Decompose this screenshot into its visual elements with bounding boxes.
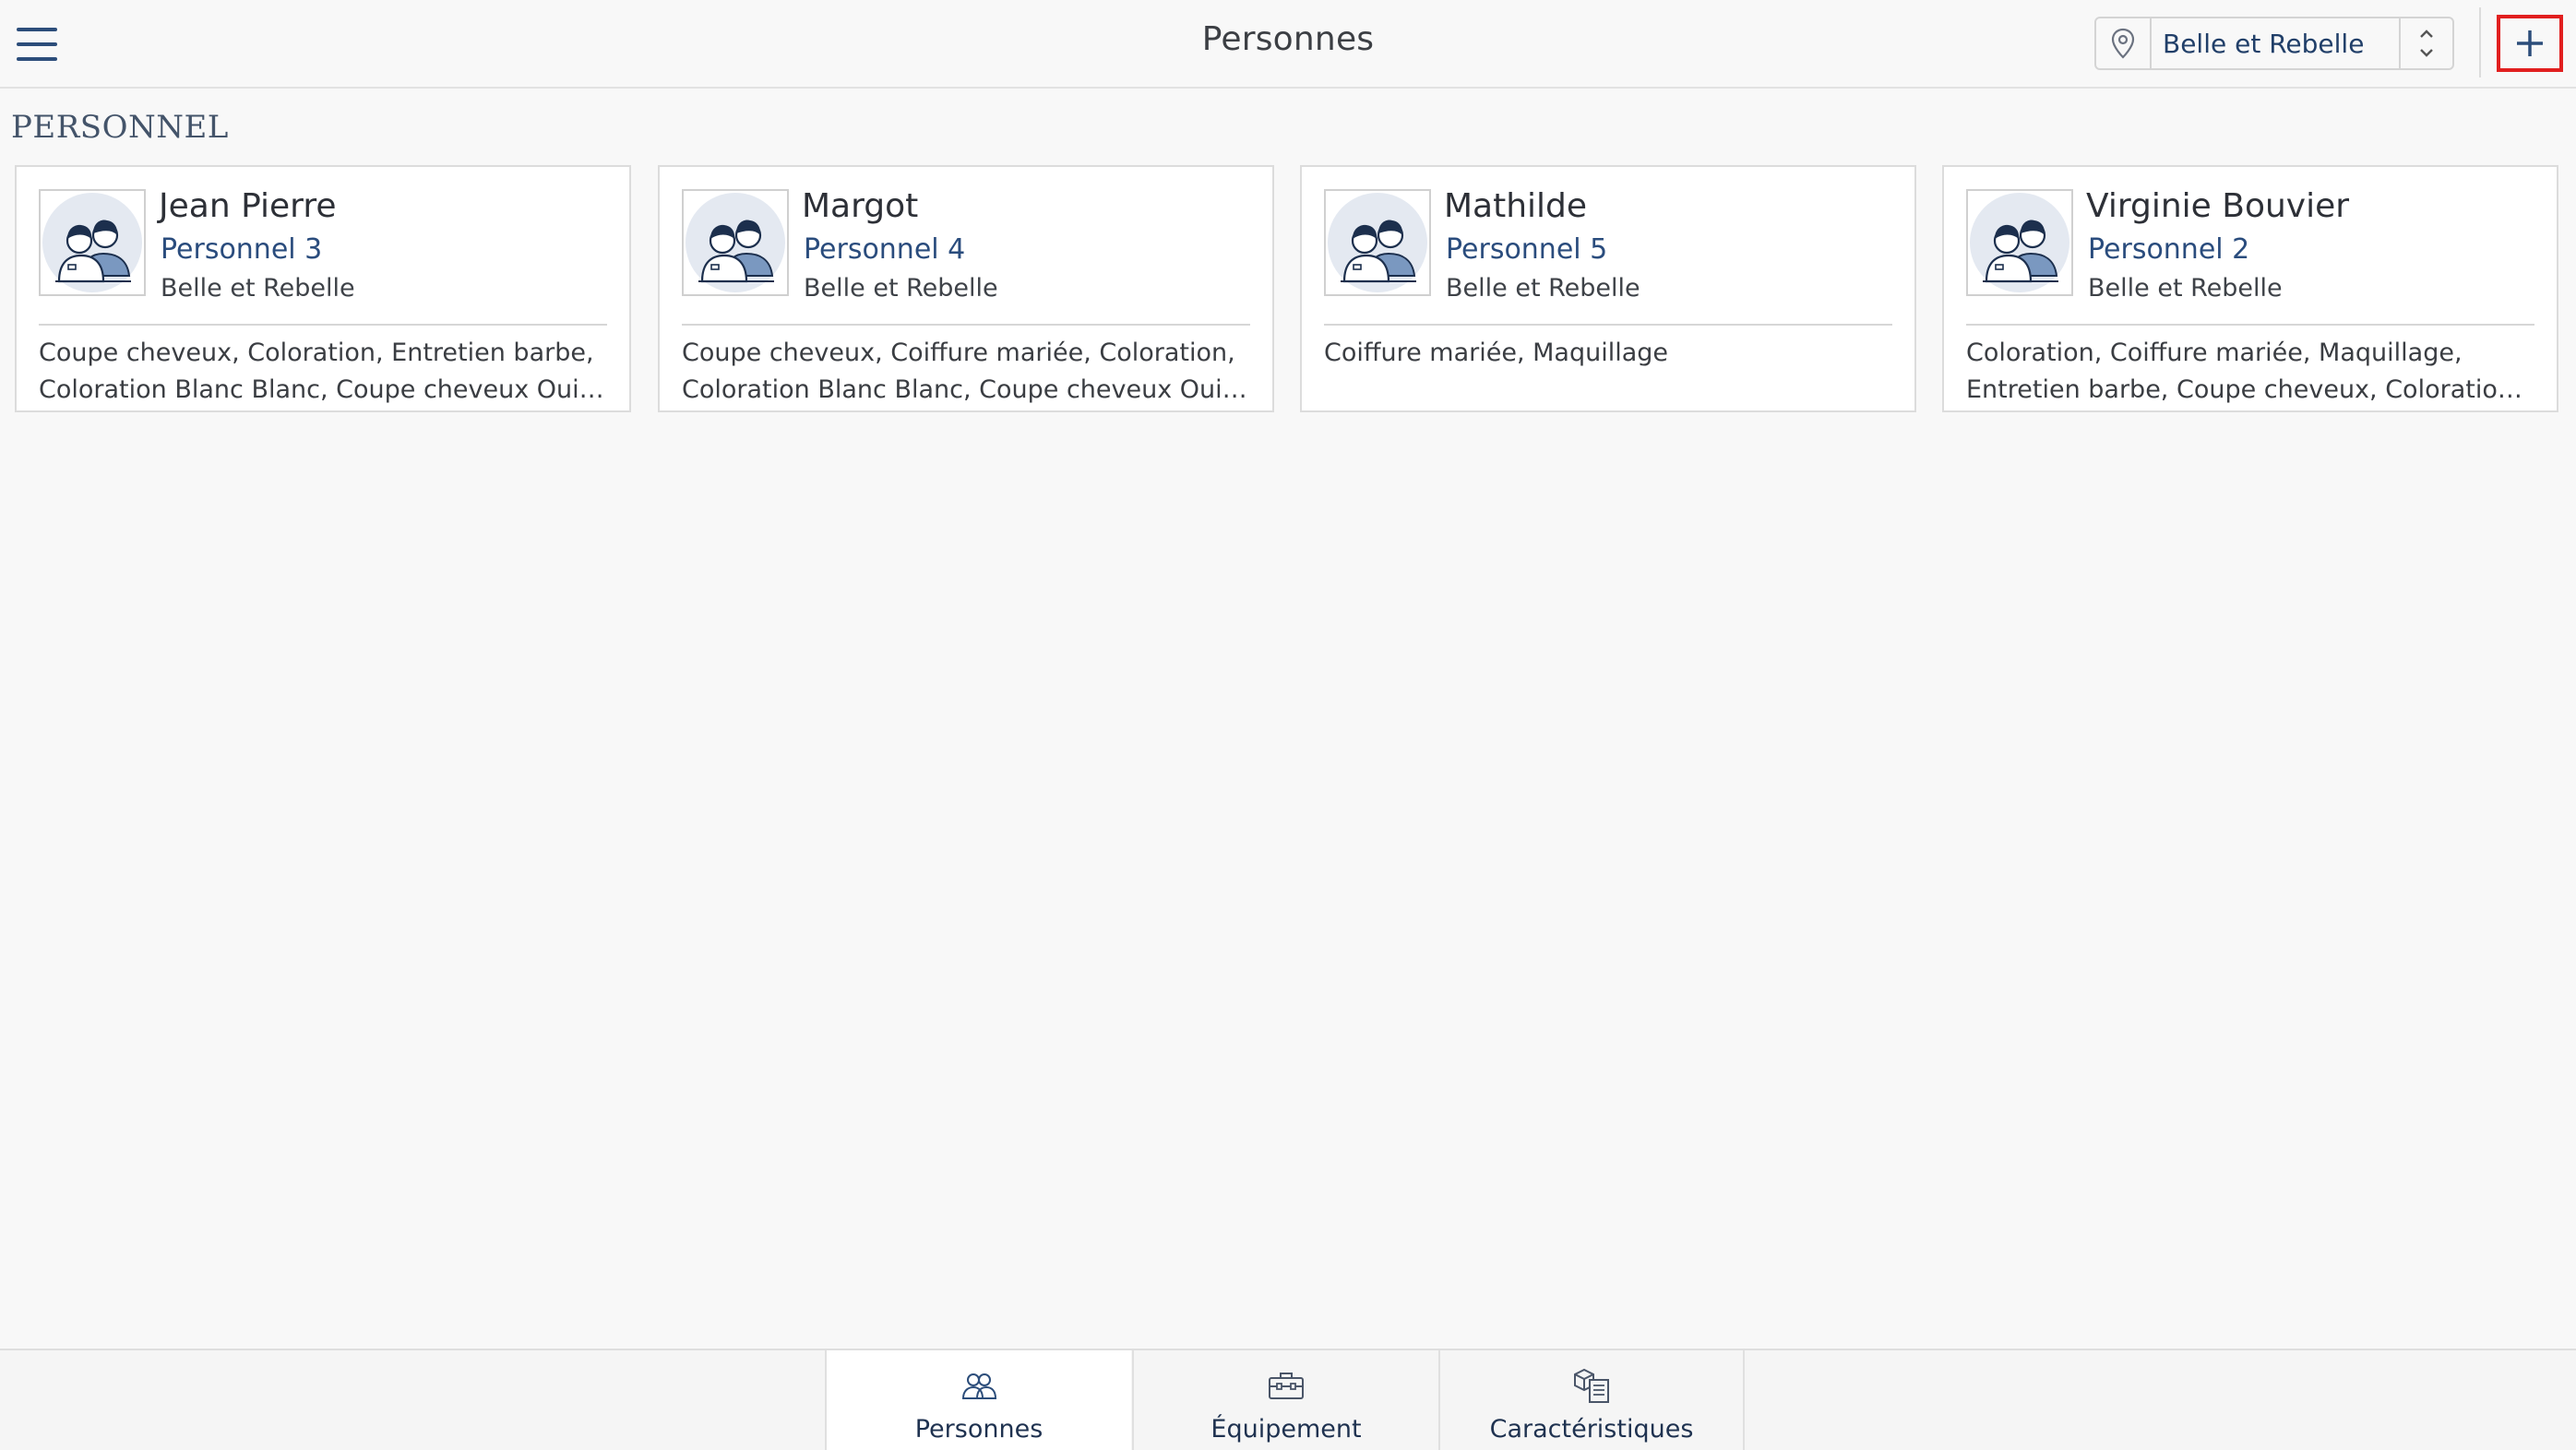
staff-name: Jean Pierre [159, 187, 337, 225]
staff-salon: Belle et Rebelle [161, 274, 355, 303]
staff-salon: Belle et Rebelle [804, 274, 998, 303]
staff-card[interactable]: Margot Personnel 4 Belle et Rebelle Coup… [658, 165, 1274, 412]
tab-personnes[interactable]: Personnes [825, 1350, 1131, 1450]
tab-caracteristiques[interactable]: Caractéristiques [1438, 1350, 1745, 1450]
staff-services: Coiffure mariée, Maquillage [1324, 339, 1669, 367]
staff-role: Personnel 5 [1446, 233, 1608, 266]
location-select[interactable]: Belle et Rebelle [2094, 17, 2454, 70]
staff-card[interactable]: Jean Pierre Personnel 3 Belle et Rebelle… [15, 165, 631, 412]
tab-label: Caractéristiques [1489, 1415, 1694, 1444]
staff-card-list: Jean Pierre Personnel 3 Belle et Rebelle… [15, 165, 2561, 412]
staff-services: Coupe cheveux, Coloration, Entretien bar… [39, 339, 594, 404]
header-divider [2479, 7, 2481, 77]
tab-label: Personnes [914, 1415, 1044, 1444]
card-header: Jean Pierre Personnel 3 Belle et Rebelle [39, 187, 607, 326]
staff-role: Personnel 3 [161, 233, 323, 266]
section-title: PERSONNEL [11, 109, 229, 146]
bottom-tab-bar: Personnes Équipement Caractéristiques [0, 1349, 2576, 1450]
tab-label: Équipement [1210, 1415, 1362, 1444]
staff-card[interactable]: Virginie Bouvier Personnel 2 Belle et Re… [1942, 165, 2558, 412]
staff-avatar-icon [682, 189, 789, 296]
chevron-up-down-icon[interactable] [2399, 18, 2452, 68]
staff-card[interactable]: Mathilde Personnel 5 Belle et Rebelle Co… [1300, 165, 1916, 412]
staff-avatar-icon [1324, 189, 1431, 296]
tab-equipement[interactable]: Équipement [1132, 1350, 1438, 1450]
card-header: Virginie Bouvier Personnel 2 Belle et Re… [1966, 187, 2534, 326]
staff-role: Personnel 4 [804, 233, 966, 266]
characteristics-icon [1571, 1367, 1612, 1404]
staff-avatar-icon [1966, 189, 2073, 296]
people-icon [960, 1367, 997, 1404]
top-header: Personnes Belle et Rebelle [0, 0, 2576, 89]
location-pin-icon [2096, 18, 2152, 68]
card-header: Margot Personnel 4 Belle et Rebelle [682, 187, 1250, 326]
staff-name: Margot [802, 187, 919, 225]
plus-icon [2517, 30, 2543, 56]
staff-name: Mathilde [1444, 187, 1588, 225]
staff-salon: Belle et Rebelle [2088, 274, 2283, 303]
staff-avatar-icon [39, 189, 146, 296]
location-value: Belle et Rebelle [2163, 28, 2365, 59]
staff-role: Personnel 2 [2088, 233, 2250, 266]
staff-services: Coloration, Coiffure mariée, Maquillage,… [1966, 339, 2513, 404]
card-header: Mathilde Personnel 5 Belle et Rebelle [1324, 187, 1892, 326]
add-person-button[interactable] [2497, 15, 2563, 72]
staff-salon: Belle et Rebelle [1446, 274, 1640, 303]
staff-services: Coupe cheveux, Coiffure mariée, Colorati… [682, 339, 1235, 404]
toolbox-icon [1268, 1367, 1305, 1404]
staff-name: Virginie Bouvier [2086, 187, 2350, 225]
